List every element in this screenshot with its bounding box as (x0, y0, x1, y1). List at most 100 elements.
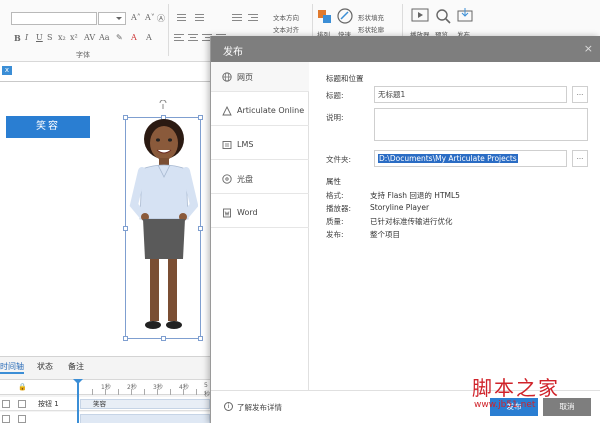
lms-icon (222, 141, 232, 149)
sidebar-item-lms[interactable]: LMS (211, 130, 309, 160)
close-icon[interactable]: x (2, 66, 12, 75)
watermark-url: www.jb51.net (474, 400, 536, 410)
dialog-titlebar: 发布 × (211, 36, 600, 62)
browse-folder-button[interactable]: ... (572, 150, 588, 167)
timeline-ruler[interactable]: 🔒 1秒 2秒 3秒 4秒 5秒 (0, 379, 210, 398)
format-label: 格式: (326, 191, 344, 200)
sidebar-item-label: Word (237, 208, 258, 217)
properties-title: 属性 (326, 177, 341, 186)
publish-scope-label: 发布: (326, 230, 344, 239)
close-icon[interactable]: × (584, 42, 593, 55)
sidebar-item-articulate-online[interactable]: Articulate Online (211, 96, 309, 126)
site-watermark-logo: 脚本之家 www.jb51.net (470, 372, 598, 420)
player-value[interactable]: Storyline Player (370, 203, 429, 212)
slide-canvas[interactable]: 笑容 (0, 83, 210, 356)
timeline-panel: 时间轴 状态 备注 🔒 1秒 2秒 3秒 4秒 5秒 按钮 1 笑容 (0, 356, 210, 423)
strikethrough-icon[interactable]: S (47, 33, 52, 42)
font-group-label: 字体 (76, 51, 90, 59)
folder-label: 文件夹: (326, 155, 352, 164)
font-color-icon[interactable]: A (131, 33, 137, 42)
quality-label: 质量: (326, 217, 344, 226)
slide-tab-strip: x (0, 62, 210, 82)
tab-notes[interactable]: 备注 (68, 361, 84, 372)
title-options-button[interactable]: ... (572, 86, 588, 103)
publish-settings: 标题和位置 标题: 无标题1 ... 说明: 文件夹: D:\Documents… (309, 62, 600, 390)
title-field[interactable]: 无标题1 (374, 86, 567, 103)
quality-value[interactable]: 已针对标准传输进行优化 (370, 216, 453, 227)
title-label: 标题: (326, 91, 344, 100)
subscript-icon[interactable]: x₂ (58, 33, 66, 42)
char-spacing-icon[interactable]: AV (84, 33, 95, 42)
section-title-location: 标题和位置 (326, 74, 364, 83)
preview-icon[interactable] (434, 7, 452, 25)
sidebar-item-cd[interactable]: 光盘 (211, 164, 309, 194)
shape-fill-button[interactable]: 形状填充 (358, 12, 384, 22)
dialog-title: 发布 (223, 47, 243, 58)
articulate-icon (222, 106, 232, 116)
tab-states[interactable]: 状态 (37, 361, 53, 372)
align-left-icon[interactable] (174, 33, 184, 42)
font-size-select[interactable] (98, 12, 126, 25)
sidebar-item-label: LMS (237, 140, 254, 149)
publish-dialog: 发布 × 网页 Articulate Online LMS 光盘 Word 标题… (210, 36, 600, 423)
line-spacing-icon[interactable] (232, 13, 242, 22)
watermark-brand: 脚本之家 (472, 376, 560, 400)
visibility-checkbox[interactable] (2, 400, 10, 408)
info-icon: i (224, 402, 233, 411)
grow-font-icon[interactable]: A˄ (131, 13, 141, 22)
folder-path: D:\Documents\My Articulate Projects (378, 154, 518, 163)
sidebar-item-label: 光盘 (237, 175, 253, 184)
clear-format-icon[interactable]: Ⓐ (157, 13, 165, 24)
font-case-icon[interactable]: Aa (99, 33, 110, 42)
smile-button[interactable]: 笑容 (6, 116, 90, 138)
rotate-handle-icon[interactable] (159, 100, 167, 110)
publish-icon[interactable] (456, 7, 474, 25)
highlight-icon[interactable]: ✎ (116, 33, 123, 42)
learn-more-link[interactable]: 了解发布详情 (237, 402, 282, 413)
publish-scope-value[interactable]: 整个项目 (370, 229, 400, 240)
resize-handle[interactable] (198, 226, 203, 231)
description-label: 说明: (326, 113, 344, 122)
numbering-icon[interactable] (192, 13, 204, 22)
arrange-icon[interactable] (317, 9, 333, 25)
playhead[interactable] (73, 379, 83, 423)
text-effect-icon[interactable]: A (146, 33, 152, 42)
sidebar-item-word[interactable]: Word (211, 198, 309, 228)
timeline-bar[interactable]: 笑容 (80, 399, 210, 409)
player-icon[interactable] (411, 7, 429, 25)
font-family-select[interactable] (11, 12, 97, 25)
character-illustration (129, 119, 198, 329)
sidebar-item-web[interactable]: 网页 (211, 62, 309, 92)
tab-timeline[interactable]: 时间轴 (0, 361, 24, 374)
resize-handle[interactable] (198, 336, 203, 341)
indent-icon[interactable] (248, 13, 258, 22)
format-value[interactable]: 支持 Flash 回退的 HTML5 (370, 190, 460, 201)
text-align-button[interactable]: 文本对齐 (273, 24, 299, 34)
underline-icon[interactable]: U (36, 33, 43, 42)
timeline-row[interactable]: 按钮 1 笑容 (0, 397, 210, 411)
word-icon (223, 208, 231, 218)
disc-icon (222, 174, 232, 184)
align-center-icon[interactable] (188, 33, 198, 42)
text-direction-button[interactable]: 文本方向 (273, 12, 299, 22)
italic-icon[interactable]: I (25, 33, 28, 42)
description-field[interactable] (374, 108, 588, 141)
lock-checkbox[interactable] (18, 415, 26, 423)
shape-outline-button[interactable]: 形状轮廓 (358, 24, 384, 34)
lock-icon[interactable]: 🔒 (18, 383, 27, 391)
bullets-icon[interactable] (174, 13, 186, 22)
row-label: 按钮 1 (38, 400, 59, 408)
resize-handle[interactable] (198, 115, 203, 120)
visibility-checkbox[interactable] (2, 415, 10, 423)
timeline-bar[interactable] (80, 414, 210, 423)
sidebar-item-label: Articulate Online (237, 106, 305, 115)
quick-styles-icon[interactable] (336, 7, 354, 25)
lock-checkbox[interactable] (18, 400, 26, 408)
timeline-row[interactable] (0, 412, 210, 423)
player-label: 播放器: (326, 204, 352, 213)
bold-icon[interactable]: B (14, 33, 21, 43)
sidebar-item-label: 网页 (237, 73, 253, 82)
shrink-font-icon[interactable]: A˅ (145, 13, 155, 22)
superscript-icon[interactable]: x² (70, 33, 78, 42)
folder-field[interactable]: D:\Documents\My Articulate Projects (374, 150, 567, 167)
